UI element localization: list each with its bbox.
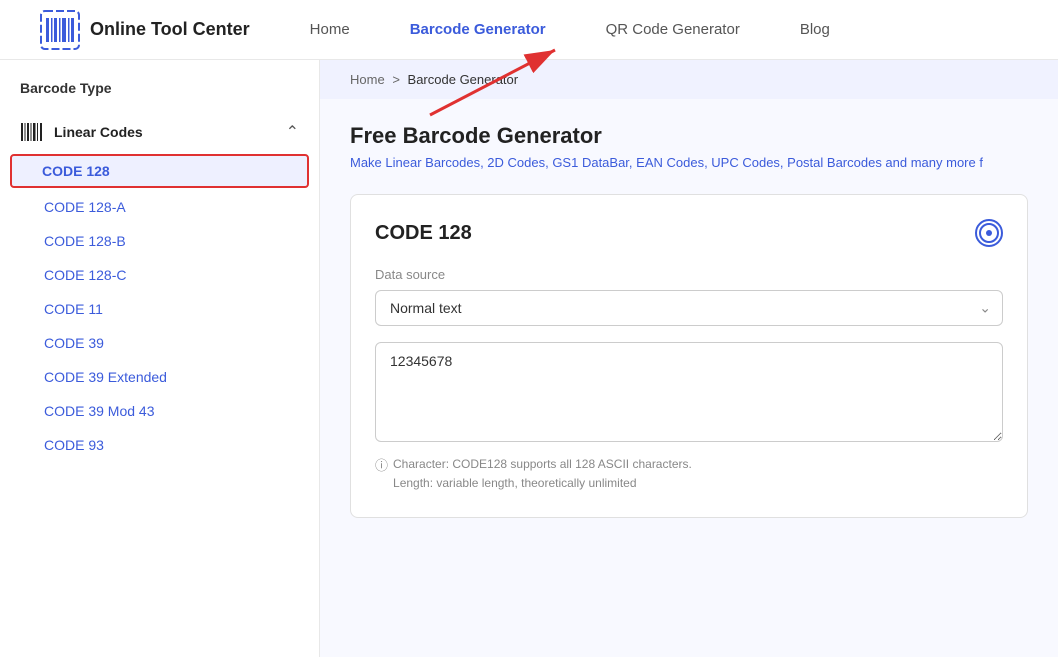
- chevron-up-icon: ⌃: [286, 122, 299, 142]
- main-nav: Home Barcode Generator QR Code Generator…: [310, 21, 1018, 38]
- barcode-data-input[interactable]: 12345678: [375, 342, 1003, 442]
- sidebar-item-code11[interactable]: CODE 11: [0, 292, 319, 326]
- sidebar: Barcode Type Linear Codes: [0, 60, 320, 657]
- barcode-small-icon: [20, 120, 44, 144]
- sidebar-section-label: Linear Codes: [54, 124, 143, 140]
- logo-text: Online Tool Center: [90, 19, 250, 40]
- card-header: CODE 128: [375, 219, 1003, 247]
- target-icon[interactable]: [975, 219, 1003, 247]
- page-title: Free Barcode Generator: [350, 123, 1028, 149]
- sidebar-item-code93[interactable]: CODE 93: [0, 428, 319, 462]
- logo-area: Online Tool Center: [40, 10, 250, 50]
- hint-line1: Character: CODE128 supports all 128 ASCI…: [393, 455, 692, 474]
- content-area: Free Barcode Generator Make Linear Barco…: [320, 99, 1058, 542]
- nav-barcode-generator[interactable]: Barcode Generator: [410, 21, 546, 38]
- sidebar-section-linear-codes[interactable]: Linear Codes ⌃: [0, 112, 319, 152]
- page-subtitle: Make Linear Barcodes, 2D Codes, GS1 Data…: [350, 155, 1028, 170]
- main-content: Home > Barcode Generator Free Barcode Ge…: [320, 60, 1058, 657]
- header: Online Tool Center Home Barcode Generato…: [0, 0, 1058, 60]
- sidebar-item-code128[interactable]: CODE 128: [10, 154, 309, 188]
- breadcrumb: Home > Barcode Generator: [320, 60, 1058, 99]
- data-source-select-wrapper: Normal textHexadecimal ⌄: [375, 290, 1003, 326]
- sidebar-item-code128b[interactable]: CODE 128-B: [0, 224, 319, 258]
- barcode-card: CODE 128 Data source Normal textHexadeci…: [350, 194, 1028, 518]
- hint-lines: Character: CODE128 supports all 128 ASCI…: [393, 455, 692, 493]
- sidebar-title: Barcode Type: [0, 80, 319, 112]
- data-source-label: Data source: [375, 267, 1003, 282]
- sidebar-item-code39ext[interactable]: CODE 39 Extended: [0, 360, 319, 394]
- nav-qr-generator[interactable]: QR Code Generator: [606, 21, 740, 38]
- breadcrumb-separator: >: [392, 72, 400, 87]
- breadcrumb-current: Barcode Generator: [408, 72, 519, 87]
- data-source-select[interactable]: Normal textHexadecimal: [375, 290, 1003, 326]
- sidebar-item-code128a[interactable]: CODE 128-A: [0, 190, 319, 224]
- hint-line2: Length: variable length, theoretically u…: [393, 474, 692, 493]
- breadcrumb-home[interactable]: Home: [350, 72, 385, 87]
- card-title: CODE 128: [375, 222, 472, 245]
- hint-text: ⓘ Character: CODE128 supports all 128 AS…: [375, 455, 1003, 493]
- nav-home[interactable]: Home: [310, 21, 350, 38]
- logo-icon: [40, 10, 80, 50]
- sidebar-item-code128c[interactable]: CODE 128-C: [0, 258, 319, 292]
- nav-blog[interactable]: Blog: [800, 21, 830, 38]
- sidebar-item-code39[interactable]: CODE 39: [0, 326, 319, 360]
- main-layout: Barcode Type Linear Codes: [0, 60, 1058, 657]
- sidebar-item-code39mod43[interactable]: CODE 39 Mod 43: [0, 394, 319, 428]
- info-icon: ⓘ: [375, 455, 388, 493]
